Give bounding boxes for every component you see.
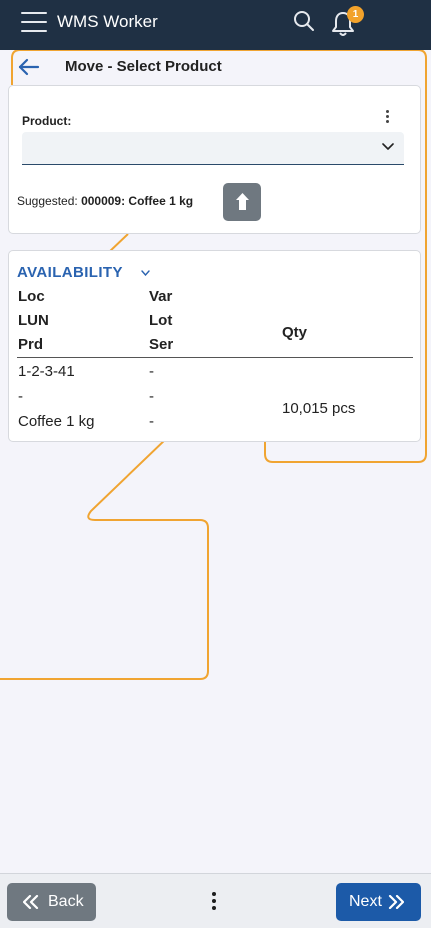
cell-lot: -: [149, 388, 154, 405]
back-button-label: Back: [48, 893, 84, 910]
header-lot: Lot: [149, 312, 173, 329]
header-lun: LUN: [18, 312, 49, 329]
availability-card: AVAILABILITY Loc LUN Prd Var Lot Ser Qty…: [8, 250, 421, 442]
header-prd: Prd: [18, 336, 44, 353]
cell-var: -: [149, 363, 154, 380]
table-divider: [17, 357, 413, 358]
availability-title[interactable]: AVAILABILITY: [17, 264, 123, 281]
product-select[interactable]: [22, 132, 404, 165]
use-suggested-button[interactable]: [223, 183, 261, 221]
cell-ser: -: [149, 413, 154, 430]
menu-icon[interactable]: [21, 12, 47, 34]
back-button[interactable]: Back: [7, 883, 96, 921]
page-header: Move - Select Product: [10, 54, 420, 82]
cell-qty: 10,015 pcs: [282, 400, 356, 417]
next-button[interactable]: Next: [336, 883, 421, 921]
next-button-label: Next: [349, 893, 382, 910]
chevron-down-icon[interactable]: [141, 270, 150, 276]
product-label: Product:: [22, 114, 72, 128]
more-vertical-icon[interactable]: [381, 110, 393, 126]
back-arrow-icon[interactable]: [18, 58, 40, 76]
app-title: WMS Worker: [57, 12, 158, 31]
product-card: Product: Suggested: 000009: Coffee 1 kg: [8, 85, 421, 234]
app-header: WMS Worker 1: [0, 0, 431, 50]
double-chevron-left-icon: [23, 895, 39, 909]
page-title: Move - Select Product: [65, 58, 222, 75]
header-qty: Qty: [282, 324, 308, 341]
suggested-value: 000009: Coffee 1 kg: [81, 194, 194, 208]
header-var: Var: [149, 288, 173, 305]
suggested-text: Suggested: 000009: Coffee 1 kg: [17, 194, 193, 208]
more-vertical-icon[interactable]: [209, 892, 219, 916]
bottom-toolbar: Back Next: [0, 873, 431, 928]
double-chevron-right-icon: [388, 895, 404, 909]
cell-prd: Coffee 1 kg: [18, 413, 95, 430]
suggested-prefix: Suggested:: [17, 194, 78, 208]
notification-badge: 1: [347, 6, 364, 23]
chevron-down-icon: [382, 143, 394, 150]
search-icon[interactable]: [292, 9, 316, 33]
header-loc: Loc: [18, 288, 45, 305]
header-ser: Ser: [149, 336, 174, 353]
cell-loc: 1-2-3-41: [18, 363, 75, 380]
cell-lun: -: [18, 388, 23, 405]
use-suggested-icon: [236, 193, 249, 210]
